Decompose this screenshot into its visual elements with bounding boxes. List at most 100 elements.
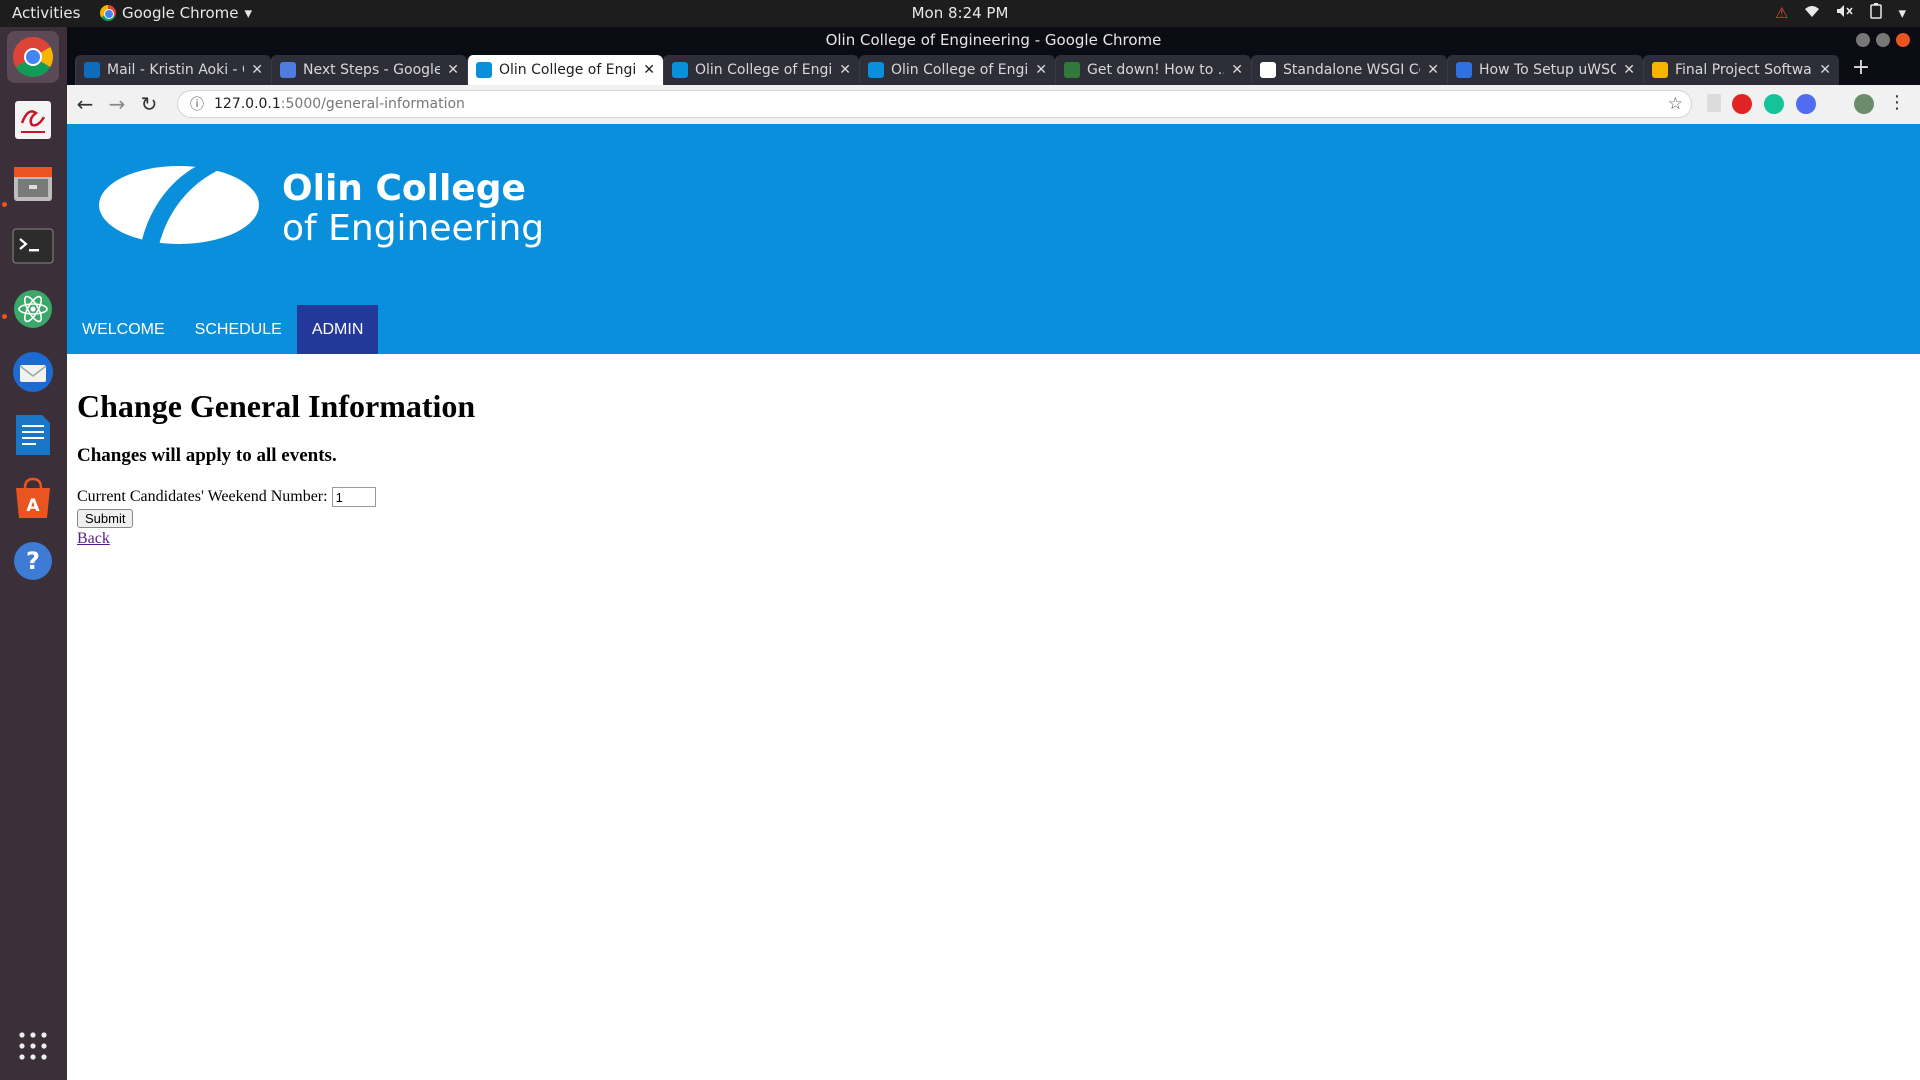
svg-text:A: A	[26, 496, 40, 516]
close-tab-icon[interactable]: ✕	[251, 62, 263, 78]
browser-tab[interactable]: Olin College of Engineering ✕	[859, 55, 1055, 85]
writer-icon	[16, 415, 50, 455]
extension-red-icon[interactable]	[1732, 94, 1752, 114]
url-text: 127.0.0.1:5000/general-information	[214, 96, 465, 112]
browser-tab[interactable]: How To Setup uWSGI ✕	[1447, 55, 1643, 85]
nav-admin[interactable]: ADMIN	[296, 305, 379, 354]
extension-blue-icon[interactable]	[1796, 94, 1816, 114]
dock-chrome[interactable]	[7, 31, 59, 83]
new-tab-button[interactable]: +	[1847, 57, 1875, 83]
browser-tab[interactable]: Standalone WSGI Containers ✕	[1251, 55, 1447, 85]
chevron-down-icon[interactable]: ▾	[1898, 4, 1906, 22]
browser-tab[interactable]: Olin College of Engineering ✕	[467, 55, 663, 85]
tab-title: Mail - Kristin Aoki - Outlook	[107, 62, 244, 78]
wifi-icon[interactable]	[1804, 4, 1820, 22]
tab-favicon-icon	[1456, 62, 1472, 78]
main-nav: WELCOME SCHEDULE ADMIN	[67, 305, 379, 354]
main-content: Change General Information Changes will …	[67, 354, 1920, 578]
browser-tab[interactable]: Get down! How to ... ✕	[1055, 55, 1251, 85]
browser-frame: Olin College of Engineering - Google Chr…	[67, 27, 1920, 124]
window-controls	[1856, 33, 1910, 47]
forward-arrow-icon[interactable]: →	[105, 92, 129, 116]
dock-thunderbird[interactable]	[7, 346, 59, 398]
window-title: Olin College of Engineering - Google Chr…	[825, 31, 1162, 49]
close-tab-icon[interactable]: ✕	[447, 62, 459, 78]
back-arrow-icon[interactable]: ←	[73, 92, 97, 116]
close-tab-icon[interactable]: ✕	[839, 62, 851, 78]
chrome-icon	[13, 37, 53, 77]
svg-text:?: ?	[26, 547, 40, 575]
back-link[interactable]: Back	[77, 530, 1910, 548]
browser-tab[interactable]: Mail - Kristin Aoki - Outlook ✕	[75, 55, 271, 85]
olin-logo-icon[interactable]	[97, 164, 261, 246]
tab-title: Get down! How to ...	[1087, 62, 1225, 78]
dock-writer[interactable]	[7, 409, 59, 461]
browser-tab[interactable]: Next Steps - Google Docs ✕	[271, 55, 467, 85]
system-tray[interactable]: ⚠ ▾	[1775, 3, 1906, 23]
weekend-number-label: Current Candidates' Weekend Number:	[77, 488, 328, 505]
menu-dots-icon[interactable]: ⋮	[1885, 92, 1909, 113]
maximize-button[interactable]	[1876, 33, 1890, 47]
submit-button[interactable]: Submit	[77, 509, 134, 528]
dock-terminal[interactable]	[7, 220, 59, 272]
site-header: Olin College of Engineering WELCOME SCHE…	[67, 124, 1920, 354]
close-tab-icon[interactable]: ✕	[1427, 62, 1439, 78]
nav-welcome[interactable]: WELCOME	[67, 305, 180, 354]
nav-schedule[interactable]: SCHEDULE	[180, 305, 297, 354]
minimize-button[interactable]	[1856, 33, 1870, 47]
general-info-form: Current Candidates' Weekend Number: Subm…	[77, 487, 1910, 528]
page-subtitle: Changes will apply to all events.	[77, 445, 337, 466]
battery-icon[interactable]	[1870, 3, 1883, 23]
dock-files[interactable]	[7, 157, 59, 209]
dock-software-center[interactable]: A	[7, 472, 59, 524]
show-applications-button[interactable]	[7, 1020, 59, 1072]
page-extension-icon[interactable]	[1707, 94, 1721, 112]
system-top-bar: Activities Google Chrome ▾ Mon 8:24 PM ⚠…	[0, 0, 1920, 27]
tab-title: Final Project Software	[1675, 62, 1813, 78]
tab-strip: Mail - Kristin Aoki - Outlook✕Next Steps…	[75, 55, 1875, 85]
volume-muted-icon[interactable]	[1836, 4, 1854, 22]
tab-title: Olin College of Engineering	[891, 62, 1029, 78]
close-tab-icon[interactable]: ✕	[643, 62, 655, 78]
tab-title: Olin College of Engineering	[499, 62, 637, 78]
close-tab-icon[interactable]: ✕	[1623, 62, 1635, 78]
brand-subtitle: of Engineering	[282, 208, 545, 249]
text-editor-icon	[15, 101, 51, 139]
bookmark-star-icon[interactable]: ☆	[1668, 94, 1683, 114]
profile-avatar[interactable]	[1854, 94, 1874, 114]
web-page: Olin College of Engineering WELCOME SCHE…	[67, 124, 1920, 1080]
dock: A ?	[0, 27, 67, 1080]
close-window-button[interactable]	[1896, 33, 1910, 47]
info-icon[interactable]: ⓘ	[190, 94, 204, 114]
brand-title: Olin College	[282, 168, 526, 209]
tab-title: Olin College of Engineering	[695, 62, 833, 78]
tab-favicon-icon	[868, 62, 884, 78]
dock-atom[interactable]	[7, 283, 59, 335]
tab-favicon-icon	[84, 62, 100, 78]
grammarly-icon[interactable]	[1764, 94, 1784, 114]
dock-help[interactable]: ?	[7, 535, 59, 587]
app-grid-icon	[19, 1032, 47, 1060]
address-bar[interactable]: ⓘ 127.0.0.1:5000/general-information ☆	[177, 90, 1692, 118]
clock[interactable]: Mon 8:24 PM	[0, 4, 1920, 22]
help-icon: ?	[14, 542, 52, 580]
software-center-icon: A	[16, 477, 50, 518]
close-tab-icon[interactable]: ✕	[1035, 62, 1047, 78]
browser-toolbar: ← → ↻ ⓘ 127.0.0.1:5000/general-informati…	[67, 85, 1920, 124]
dock-text-editor[interactable]	[7, 94, 59, 146]
files-icon	[14, 167, 52, 201]
tab-favicon-icon	[1260, 62, 1276, 78]
browser-tab[interactable]: Olin College of Engineering ✕	[663, 55, 859, 85]
browser-tab[interactable]: Final Project Software ✕	[1643, 55, 1839, 85]
page-title: Change General Information	[77, 388, 476, 424]
close-tab-icon[interactable]: ✕	[1231, 62, 1243, 78]
terminal-icon	[12, 228, 54, 264]
tab-favicon-icon	[476, 62, 492, 78]
warning-icon[interactable]: ⚠	[1775, 4, 1788, 22]
close-tab-icon[interactable]: ✕	[1819, 62, 1831, 78]
tab-favicon-icon	[280, 62, 296, 78]
tab-title: Next Steps - Google Docs	[303, 62, 441, 78]
weekend-number-input[interactable]	[331, 487, 376, 507]
reload-icon[interactable]: ↻	[137, 92, 161, 116]
tab-title: Standalone WSGI Containers	[1283, 62, 1420, 78]
